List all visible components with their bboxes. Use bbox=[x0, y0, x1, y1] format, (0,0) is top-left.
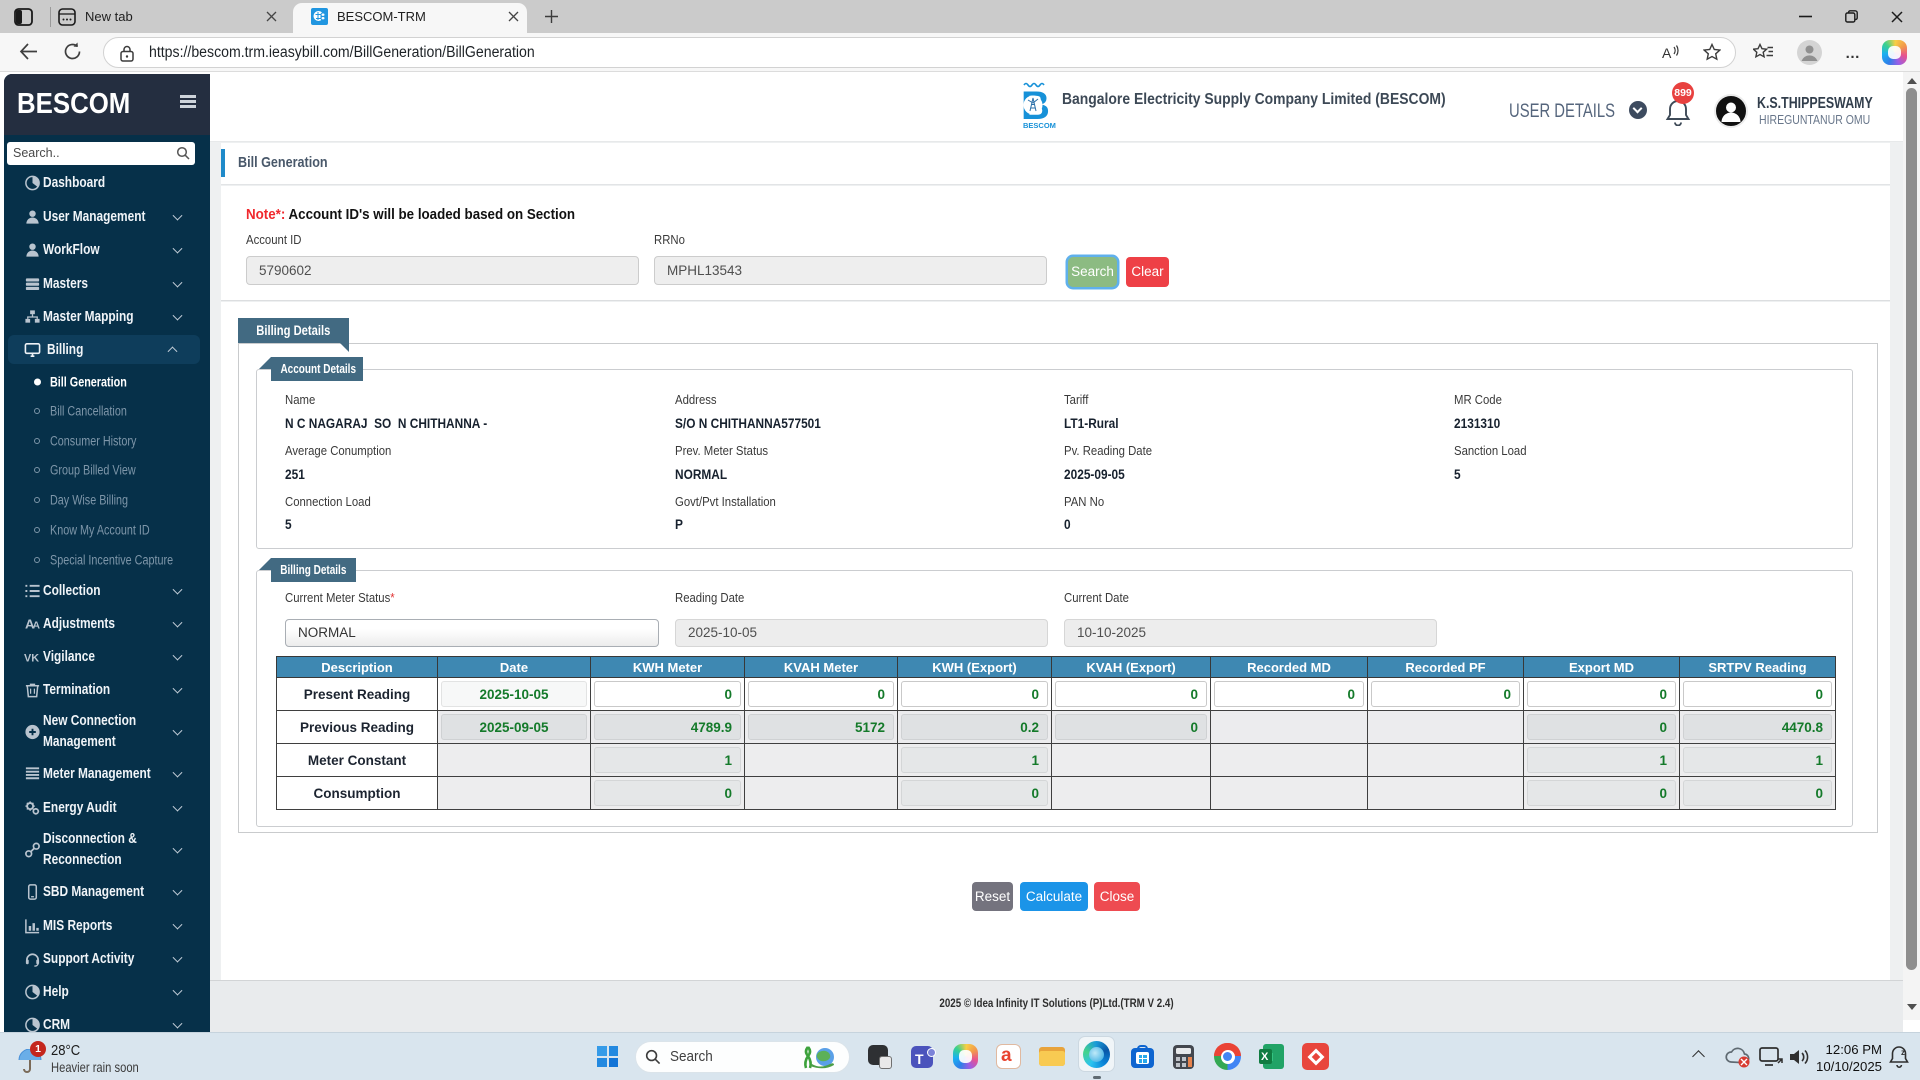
svg-text:A: A bbox=[33, 621, 41, 632]
svg-text:z: z bbox=[1901, 1048, 1905, 1057]
svg-text:BESCOM: BESCOM bbox=[1023, 121, 1056, 129]
svg-text:VK: VK bbox=[24, 652, 39, 664]
svg-text:A: A bbox=[1662, 45, 1672, 61]
